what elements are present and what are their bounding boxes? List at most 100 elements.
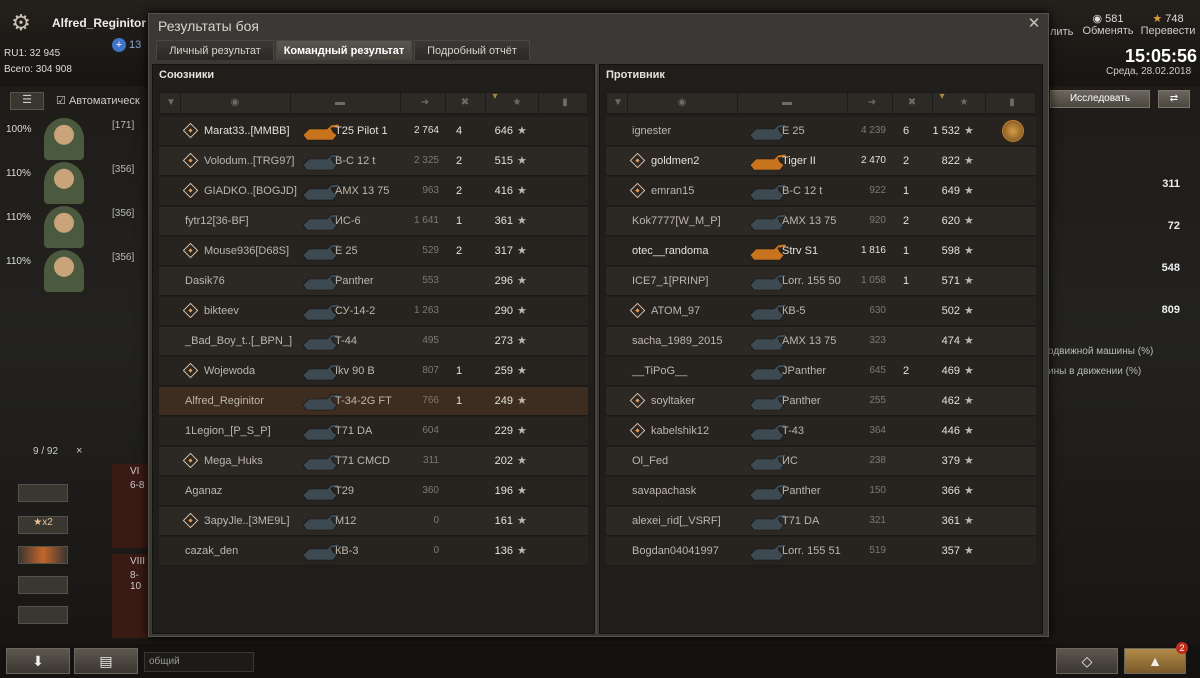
player-row[interactable]: Dasik76 Panther 553 296 ★: [159, 267, 588, 296]
player-row[interactable]: savapachask Panther 150 366 ★: [606, 477, 1036, 506]
damage-value: 553: [422, 275, 439, 286]
xp-star-icon: ★: [517, 305, 527, 317]
tab-detailed-report[interactable]: Подробный отчёт: [414, 40, 530, 60]
player-row[interactable]: otec__randoma Strv S1 1 816 1 598 ★: [606, 237, 1036, 266]
player-row[interactable]: Marat33..[MMBB] T25 Pilot 1 2 764 4 646 ★: [159, 117, 588, 146]
player-row[interactable]: kabelshik12 T-43 364 446 ★: [606, 417, 1036, 446]
player-row[interactable]: sacha_1989_2015 AMX 13 75 323 474 ★: [606, 327, 1036, 356]
player-row[interactable]: ignester E 25 4 239 6 1 532 ★: [606, 117, 1036, 146]
xp-column-icon[interactable]: ★: [502, 97, 532, 111]
damage-column-icon[interactable]: ➜: [410, 97, 440, 111]
compare-button[interactable]: ⇄: [1158, 90, 1190, 108]
close-icon[interactable]: ✕: [1026, 16, 1042, 32]
player-row[interactable]: Mouse936[D68S] E 25 529 2 317 ★: [159, 237, 588, 266]
xp-value: 161: [494, 515, 513, 527]
download-icon[interactable]: ⬇: [6, 648, 70, 674]
tab-personal-result[interactable]: Личный результат: [156, 40, 274, 60]
tank-name: ИС: [782, 455, 798, 467]
rank-badge-icon: [182, 122, 199, 139]
tank-name: T-34-2G FT: [335, 395, 392, 407]
research-button[interactable]: Исследовать: [1050, 90, 1150, 108]
player-name: goldmen2: [651, 155, 700, 167]
chat-channel[interactable]: общий: [144, 652, 254, 672]
transfer-button[interactable]: ★ 748 Перевести: [1140, 12, 1196, 37]
player-row[interactable]: ICE7_1[PRINP] Lorr. 155 50 1 058 1 571 ★: [606, 267, 1036, 296]
tier6-carousel-tile[interactable]: VI 6-8: [112, 464, 148, 548]
rank-badge-icon: [629, 422, 646, 439]
damage-value: 766: [422, 395, 439, 406]
player-row[interactable]: bikteev СУ-14-2 1 263 290 ★: [159, 297, 588, 326]
vehicle-column-icon[interactable]: ▬: [767, 97, 807, 111]
xp-star-icon: ★: [517, 275, 527, 287]
rank-badge-icon: [182, 512, 199, 529]
player-row[interactable]: Alfred_Reginitor T-34-2G FT 766 1 249 ★: [159, 387, 588, 416]
xp-star-icon: ★: [964, 155, 974, 167]
platoon-column-icon[interactable]: ▼: [164, 97, 178, 111]
player-row[interactable]: Bogdan04041997 Lorr. 155 51 519 357 ★: [606, 537, 1036, 566]
filter-tank-button[interactable]: [18, 484, 68, 502]
player-row[interactable]: emran15 В-С 12 t 922 1 649 ★: [606, 177, 1036, 206]
medal-column-icon[interactable]: ▮: [1005, 97, 1019, 111]
player-row[interactable]: _Bad_Boy_t..[_BPN_] T-44 495 273 ★: [159, 327, 588, 356]
player-name[interactable]: Alfred_Reginitor: [52, 16, 146, 30]
medal-column-icon[interactable]: ▮: [558, 97, 572, 111]
filter-premium-button[interactable]: [18, 546, 68, 564]
crew-member[interactable]: 110% [356]: [0, 250, 150, 292]
damage-value: 495: [422, 335, 439, 346]
damage-value: 807: [422, 365, 439, 376]
dialog-title: Результаты боя: [158, 18, 260, 34]
xp-value: 136: [494, 545, 513, 557]
vehicle-column-icon[interactable]: ▬: [320, 97, 360, 111]
frags-column-icon[interactable]: ✖: [450, 97, 480, 111]
player-row[interactable]: Mega_Huks T71 CMCD 311 202 ★: [159, 447, 588, 476]
platoon-column-icon[interactable]: ▼: [611, 97, 625, 111]
xp-column-icon[interactable]: ★: [949, 97, 979, 111]
player-row[interactable]: cazak_den КВ-3 0 136 ★: [159, 537, 588, 566]
exchange-button[interactable]: ◉ 581 Обменять: [1082, 12, 1134, 37]
carousel-close-icon[interactable]: ×: [76, 445, 82, 457]
filter-x2-button[interactable]: ★x2: [18, 516, 68, 534]
crew-member[interactable]: 110% [356]: [0, 206, 150, 248]
medal-icon[interactable]: [1002, 120, 1024, 142]
player-row[interactable]: fytr12[36-BF] ИС-6 1 641 1 361 ★: [159, 207, 588, 236]
player-name: kabelshik12: [651, 425, 710, 437]
player-column-icon[interactable]: ◉: [667, 97, 697, 111]
xp-star-icon: ★: [517, 185, 527, 197]
player-row[interactable]: soyltaker Panther 255 462 ★: [606, 387, 1036, 416]
frags-value: 1: [456, 215, 463, 227]
player-row[interactable]: goldmen2 Tiger II 2 470 2 822 ★: [606, 147, 1036, 176]
player-name: Wojewoda: [204, 365, 256, 377]
settings-gear-icon[interactable]: ⚙: [8, 10, 34, 36]
damage-column-icon[interactable]: ➜: [857, 97, 887, 111]
player-row[interactable]: ЗapyJle..[3ME9L] M12 0 161 ★: [159, 507, 588, 536]
filter-elite-button[interactable]: [18, 576, 68, 594]
filter-rent-button[interactable]: [18, 606, 68, 624]
frags-column-icon[interactable]: ✖: [897, 97, 927, 111]
tab-team-result[interactable]: Командный результат: [276, 40, 412, 60]
xp-star-icon: ★: [964, 455, 974, 467]
auto-option[interactable]: ☑ Автоматическ: [56, 94, 140, 107]
frags-value: 4: [456, 125, 463, 137]
player-row[interactable]: Aganaz T29 360 196 ★: [159, 477, 588, 506]
player-column-icon[interactable]: ◉: [220, 97, 250, 111]
xp-star-icon: ★: [964, 545, 974, 557]
damage-value: 630: [869, 305, 886, 316]
player-row[interactable]: 1Legion_[P_S_P] T71 DA 604 229 ★: [159, 417, 588, 446]
player-row[interactable]: __TiPoG__ JPanther 645 2 469 ★: [606, 357, 1036, 386]
tank-name: Lorr. 155 51: [782, 545, 841, 557]
notification-center-icon[interactable]: ◇: [1056, 648, 1118, 674]
crew-member[interactable]: 110% [356]: [0, 162, 150, 204]
xp-value: 361: [494, 215, 513, 227]
player-row[interactable]: ATOM_97 КВ-5 630 502 ★: [606, 297, 1036, 326]
player-row[interactable]: Ol_Fed ИС 238 379 ★: [606, 447, 1036, 476]
player-row[interactable]: Volodum..[TRG97] В-С 12 t 2 325 2 515 ★: [159, 147, 588, 176]
player-row[interactable]: Kok7777[W_M_P] AMX 13 75 920 2 620 ★: [606, 207, 1036, 236]
crew-toggle-icon[interactable]: ☰: [10, 92, 44, 110]
player-row[interactable]: alexei_rid[_VSRF] T71 DA 321 361 ★: [606, 507, 1036, 536]
player-row[interactable]: Wojewoda Ikv 90 B 807 1 259 ★: [159, 357, 588, 386]
tier8-carousel-tile[interactable]: VIII 8-10: [112, 554, 148, 638]
player-row[interactable]: GIADKO..[BOGJD] AMX 13 75 963 2 416 ★: [159, 177, 588, 206]
tank-name: Tiger II: [782, 155, 816, 167]
chat-icon[interactable]: ▤: [74, 648, 138, 674]
crew-member[interactable]: 100% [171]: [0, 118, 150, 160]
